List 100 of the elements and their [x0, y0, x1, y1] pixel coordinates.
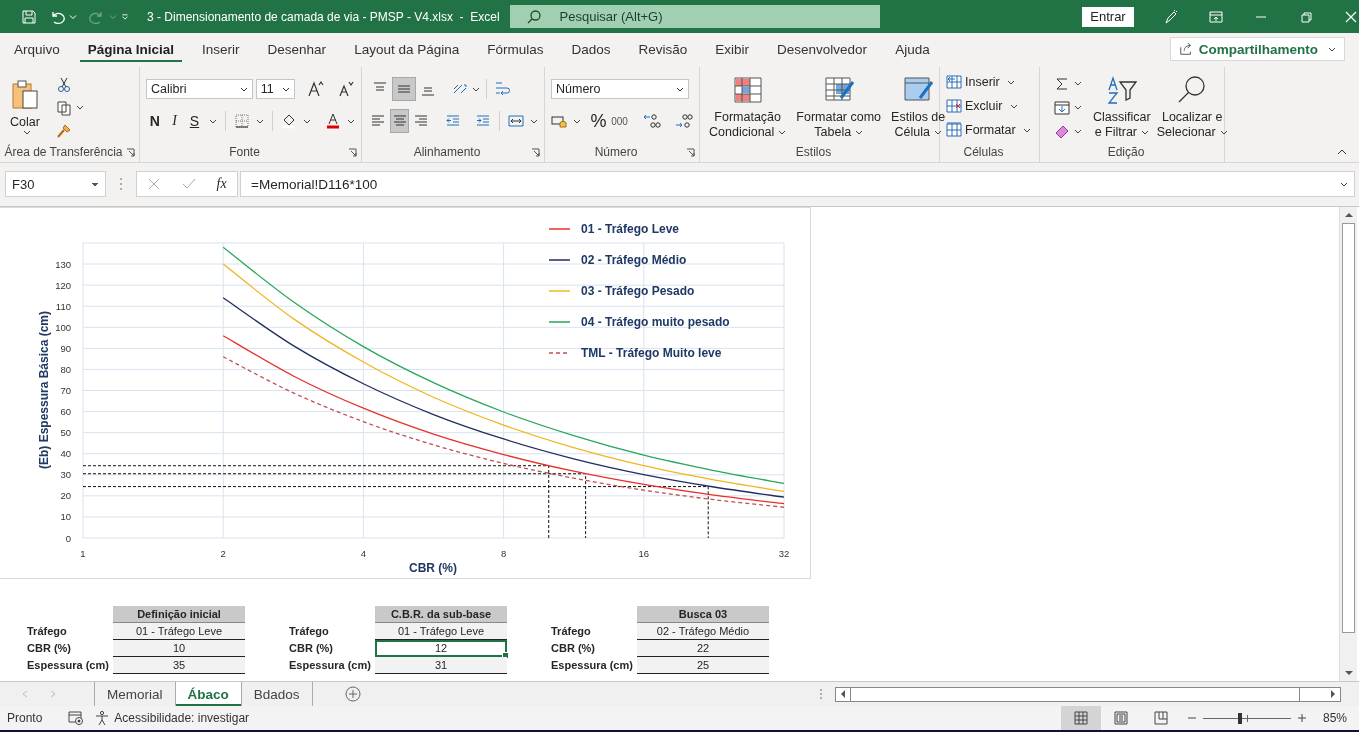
dialog-launcher-icon[interactable] — [531, 148, 540, 157]
cells-button[interactable]: Excluir — [946, 96, 1033, 116]
borders-icon[interactable] — [234, 113, 251, 129]
sign-in-button[interactable]: Entrar — [1082, 6, 1134, 27]
shrink-font-icon[interactable] — [337, 80, 355, 98]
caret-icon[interactable] — [573, 118, 581, 124]
caret-icon[interactable] — [303, 118, 311, 124]
ribbon-tab[interactable]: Inserir — [194, 33, 248, 65]
horizontal-scrollbar[interactable] — [835, 686, 1341, 702]
check-icon[interactable] — [181, 177, 196, 191]
view-button[interactable] — [1060, 706, 1101, 730]
dialog-launcher-icon[interactable] — [348, 148, 357, 157]
zoom-in-icon[interactable] — [1296, 713, 1307, 723]
table-cell[interactable]: 02 - Tráfego Médio — [637, 623, 769, 640]
accessibility-icon[interactable] — [94, 710, 111, 726]
caret-icon[interactable] — [530, 118, 538, 124]
ribbon-display-icon[interactable] — [1208, 8, 1224, 25]
copy-icon[interactable] — [56, 99, 72, 116]
eraser-icon[interactable] — [1054, 123, 1070, 140]
wrap-text-icon[interactable] — [493, 80, 511, 98]
zoom-slider-thumb[interactable] — [1237, 712, 1242, 724]
share-button[interactable]: Compartilhamento — [1169, 37, 1345, 61]
scissors-icon[interactable] — [56, 76, 72, 93]
cells-button[interactable]: Formatar — [946, 120, 1033, 140]
caret-icon[interactable] — [1074, 129, 1082, 134]
ribbon-tab[interactable]: Layout da Página — [346, 33, 468, 65]
merge-center-icon[interactable] — [508, 113, 524, 129]
table-cell[interactable]: 31 — [375, 657, 507, 674]
macro-recording-icon[interactable] — [68, 710, 85, 726]
styles-button[interactable]: Formatação Condicional — [706, 70, 790, 142]
zoom-level[interactable]: 85% — [1322, 711, 1347, 725]
table-cell[interactable]: 35 — [113, 657, 245, 674]
formula-field[interactable]: =Memorial!D116*100 — [240, 171, 1355, 197]
name-box[interactable]: F30 — [5, 171, 106, 197]
ribbon-tab[interactable]: Exibir — [707, 33, 758, 65]
accounting-format-icon[interactable] — [551, 113, 567, 129]
table-cell[interactable]: 25 — [637, 657, 769, 674]
table-cell[interactable]: 10 — [113, 640, 245, 657]
font-family-dropdown[interactable]: Calibri — [146, 79, 253, 99]
caret-icon[interactable] — [1074, 81, 1082, 86]
dialog-launcher-icon[interactable] — [686, 148, 695, 157]
percent-button[interactable]: % — [589, 110, 608, 132]
caret-icon[interactable] — [209, 118, 218, 124]
collapse-ribbon-icon[interactable] — [1337, 149, 1347, 155]
cells-button[interactable]: Inserir — [946, 72, 1033, 92]
ribbon-tab[interactable]: Arquivo — [6, 33, 68, 65]
caret-icon[interactable] — [1074, 105, 1082, 110]
save-icon[interactable] — [21, 8, 37, 25]
editing-button[interactable]: Classificar e Filtrar — [1090, 70, 1154, 142]
fill-color-icon[interactable] — [281, 113, 297, 129]
caret-icon[interactable] — [347, 118, 355, 124]
grow-font-icon[interactable] — [307, 80, 325, 98]
caret-icon[interactable] — [256, 118, 265, 124]
table-cell[interactable]: 22 — [637, 640, 769, 657]
add-sheet-icon[interactable] — [344, 686, 361, 702]
horizontal-align-button[interactable] — [389, 109, 410, 133]
underline-button[interactable]: S — [185, 110, 204, 132]
ribbon-tab[interactable]: Revisão — [630, 33, 696, 65]
sum-icon[interactable] — [1054, 75, 1070, 92]
styles-button[interactable]: Formatar como Tabela — [793, 70, 885, 142]
fill-down-icon[interactable] — [1054, 99, 1070, 116]
insert-function-button[interactable]: fx — [216, 176, 227, 192]
paste-button[interactable]: Colar — [6, 75, 44, 137]
caret-icon[interactable] — [76, 105, 84, 110]
customize-icon[interactable] — [121, 13, 129, 20]
table-cell[interactable]: 01 - Tráfego Leve — [375, 623, 507, 640]
scroll-left-icon[interactable] — [840, 689, 846, 699]
italic-button[interactable]: I — [165, 110, 184, 132]
scroll-down-icon[interactable] — [1343, 670, 1354, 676]
ribbon-tab[interactable]: Dados — [563, 33, 619, 65]
font-color-icon[interactable] — [325, 113, 341, 129]
dialog-launcher-icon[interactable] — [126, 148, 135, 157]
pen-icon[interactable] — [1163, 8, 1179, 25]
axis-tick-label: 70 — [60, 385, 71, 396]
search-field[interactable]: Pesquisar (Alt+G) — [509, 5, 880, 28]
ribbon-tab[interactable]: Desenvolvedor — [769, 33, 876, 65]
increase-decimal-icon[interactable] — [643, 112, 661, 130]
ribbon-tab[interactable]: Desenhar — [259, 33, 335, 65]
decrease-decimal-icon[interactable] — [675, 112, 693, 130]
scroll-thumb[interactable] — [1342, 223, 1355, 633]
caret-icon[interactable] — [472, 86, 480, 92]
sheet-tab[interactable]: Ábaco — [175, 682, 242, 706]
vertical-scrollbar[interactable] — [1339, 207, 1357, 681]
number-format-dropdown[interactable]: Número — [551, 79, 689, 99]
scroll-up-icon[interactable] — [1343, 212, 1354, 218]
caret-icon — [1328, 46, 1336, 52]
styles-button[interactable]: Estilos de Célula — [888, 70, 949, 142]
bold-button[interactable]: N — [146, 110, 164, 132]
font-size-dropdown[interactable]: 11 — [255, 79, 295, 99]
accessibility-status[interactable]: Acessibilidade: investigar — [114, 711, 250, 725]
table-cell[interactable]: 01 - Tráfego Leve — [113, 623, 245, 640]
scroll-right-icon[interactable] — [1330, 689, 1336, 699]
ribbon-tab[interactable]: Fórmulas — [479, 33, 552, 65]
ribbon-tab[interactable]: Página Inicial — [79, 33, 183, 65]
table-cell[interactable]: 12 — [375, 640, 507, 657]
ribbon-tab[interactable]: Ajuda — [887, 33, 938, 65]
thousands-button[interactable]: 000 — [610, 110, 629, 132]
editing-button[interactable]: Localizar e Selecionar — [1153, 70, 1231, 142]
scroll-thumb[interactable] — [850, 687, 1300, 701]
format-painter-icon[interactable] — [56, 122, 72, 139]
